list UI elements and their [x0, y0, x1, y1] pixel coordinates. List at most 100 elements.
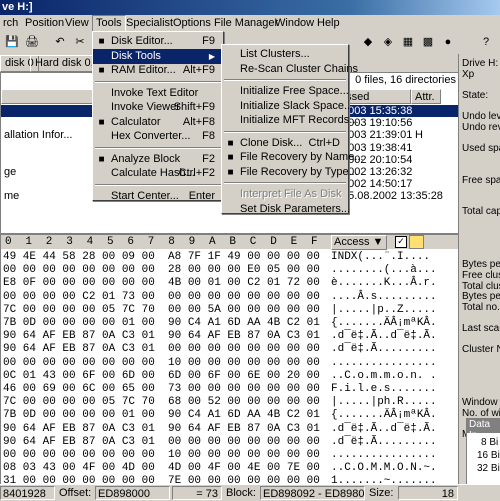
menu-item-file-recovery-by-name[interactable]: ■ File Recovery by Name...	[222, 150, 363, 165]
menu-item-invoke-viewer[interactable]: Invoke Viewer Shift+F9	[93, 100, 221, 115]
info-label: Bytes per	[462, 291, 500, 303]
hex-bytes[interactable]: 90 64 AF EB 87 0A C3 01 00 00 00 00 00 0…	[3, 436, 320, 448]
hex-text[interactable]: |.....|ph.R.....	[331, 396, 437, 408]
menu-search[interactable]: rch	[0, 16, 21, 31]
help-icon[interactable]: ?	[478, 35, 494, 50]
tool-icon[interactable]: ▩	[420, 35, 436, 50]
hex-row[interactable]: 7B 0D 00 00 00 00 01 00 90 C4 A1 6D AA 4…	[1, 317, 459, 329]
hex-bytes[interactable]: 0C 01 43 00 6F 00 6D 00 6D 00 6F 00 6E 0…	[3, 370, 320, 382]
menu-item-set-disk-parameters[interactable]: Set Disk Parameters...	[222, 202, 350, 217]
menu-position[interactable]: Position	[22, 16, 67, 31]
hex-row[interactable]: 00 00 00 00 00 00 00 00 10 00 00 00 00 0…	[1, 449, 459, 461]
hex-bytes[interactable]: 08 03 43 00 4F 00 4D 00 4D 00 4F 00 4E 0…	[3, 462, 320, 474]
menu-item-disk-tools[interactable]: Disk Tools ▶	[93, 48, 221, 64]
hex-text[interactable]: |.....|p..Z.....	[331, 304, 437, 316]
hex-row[interactable]: 00 00 00 00 C2 01 73 00 00 00 00 00 00 0…	[1, 291, 459, 303]
hex-bytes[interactable]: 7C 00 00 00 00 05 7C 70 00 00 5A 00 00 0…	[3, 304, 320, 316]
cut-icon[interactable]: ✂	[72, 35, 88, 50]
hex-text[interactable]: .d¯ë‡.Ã.........	[331, 436, 437, 448]
menu-file-manager[interactable]: File Manager	[211, 16, 281, 31]
hex-row[interactable]: 49 4E 44 58 28 00 09 00 A8 7F 1F 49 00 0…	[1, 251, 459, 263]
hex-text[interactable]: ..C.O.M.M.O.N.~.	[331, 462, 437, 474]
hex-row[interactable]: 90 64 AF EB 87 0A C3 01 90 64 AF EB 87 0…	[1, 330, 459, 342]
menu-window[interactable]: Window	[272, 16, 317, 31]
menu-options[interactable]: Options	[170, 16, 214, 31]
hex-bytes[interactable]: 7B 0D 00 00 00 00 01 00 90 C4 A1 6D AA 4…	[3, 317, 320, 329]
menu-item-ram-editor[interactable]: ■ RAM Editor... Alt+F9	[93, 63, 221, 78]
menu-item-disk-editor[interactable]: ■ Disk Editor... F9	[93, 34, 221, 49]
menu-tools[interactable]: Tools	[92, 15, 126, 32]
hex-bytes[interactable]: 00 00 00 00 00 00 00 00 10 00 00 00 00 0…	[3, 357, 320, 369]
hex-row[interactable]: 90 64 AF EB 87 0A C3 01 90 64 AF EB 87 0…	[1, 423, 459, 435]
access-dropdown[interactable]: Access ▼	[331, 235, 387, 250]
hex-bytes[interactable]: 7B 0D 00 00 00 00 01 00 90 C4 A1 6D AA 4…	[3, 409, 320, 421]
tool-icon[interactable]: ●	[440, 35, 456, 50]
menu-item-clone-disk[interactable]: ■ Clone Disk... Ctrl+D	[222, 136, 346, 151]
hex-bytes[interactable]: 46 00 69 00 6C 00 65 00 73 00 00 00 00 0…	[3, 383, 320, 395]
menu-item-calculate-hash[interactable]: Calculate Hash... Ctrl+F2	[93, 166, 221, 181]
hex-text[interactable]: è.......K...Â.r.	[331, 277, 437, 289]
hex-row[interactable]: 90 64 AF EB 87 0A C3 01 00 00 00 00 00 0…	[1, 343, 459, 355]
hex-row[interactable]: 7C 00 00 00 00 05 7C 70 68 00 52 00 00 0…	[1, 396, 459, 408]
menu-item-initialize-slack-space[interactable]: Initialize Slack Space...	[222, 99, 353, 114]
hex-bytes[interactable]: 49 4E 44 58 28 00 09 00 A8 7F 1F 49 00 0…	[3, 251, 320, 263]
column-attr-header[interactable]: Attr.	[411, 89, 441, 104]
tool-icon[interactable]: ▦	[400, 35, 416, 50]
hex-bytes[interactable]: 00 00 00 00 C2 01 73 00 00 00 00 00 00 0…	[3, 291, 320, 303]
tool-icon[interactable]: ◆	[360, 35, 376, 50]
hex-text[interactable]: F.i.l.e.s.......	[331, 383, 437, 395]
hex-row[interactable]: E8 0F 00 00 00 00 00 00 4B 00 01 00 C2 0…	[1, 277, 459, 289]
hex-text[interactable]: ................	[331, 449, 437, 461]
hex-row[interactable]: 7C 00 00 00 00 05 7C 70 00 00 5A 00 00 0…	[1, 304, 459, 316]
menu-item-file-recovery-by-type[interactable]: ■ File Recovery by Type...	[222, 165, 357, 180]
info-label: Last scan	[462, 323, 500, 334]
menu-view[interactable]: View	[62, 16, 92, 31]
undo-icon[interactable]: ↶	[52, 35, 68, 50]
hex-text[interactable]: .d¯ë‡.Ã..d¯ë‡.Ã.	[331, 423, 437, 435]
hex-row[interactable]: 08 03 43 00 4F 00 4D 00 4D 00 4F 00 4E 0…	[1, 462, 459, 474]
menu-item-interpret-file-as-disk[interactable]: Interpret File As Disk	[222, 187, 346, 202]
hex-text[interactable]: ................	[331, 357, 437, 369]
hex-text[interactable]: {.......ÄÂ¡mªKÂ.	[331, 317, 437, 329]
hex-text[interactable]: .d¯ë‡.Ã.........	[331, 343, 437, 355]
menu-item-start-center[interactable]: Start Center... Enter	[93, 189, 221, 204]
hex-bytes[interactable]: 00 00 00 00 00 00 00 00 10 00 00 00 00 0…	[3, 449, 320, 461]
menu-item-hex-converter[interactable]: Hex Converter... F8	[93, 129, 221, 144]
tool-icon[interactable]: ◈	[380, 35, 396, 50]
hex-row[interactable]: 46 00 69 00 6C 00 65 00 73 00 00 00 00 0…	[1, 383, 459, 395]
save-icon[interactable]: 💾	[4, 35, 20, 50]
hex-bytes[interactable]: 00 00 00 00 00 00 00 00 28 00 00 00 E0 0…	[3, 264, 320, 276]
hex-col-label: 4	[86, 236, 94, 248]
hex-row[interactable]: 7B 0D 00 00 00 00 01 00 90 C4 A1 6D AA 4…	[1, 409, 459, 421]
hex-text[interactable]: ........(...à...	[331, 264, 437, 276]
hex-text[interactable]: .d¯ë‡.Ã..d¯ë‡.Ã.	[331, 330, 437, 342]
hex-bytes[interactable]: 90 64 AF EB 87 0A C3 01 00 00 00 00 00 0…	[3, 343, 320, 355]
hex-row[interactable]: 90 64 AF EB 87 0A C3 01 00 00 00 00 00 0…	[1, 436, 459, 448]
menu-item-initialize-free-space[interactable]: Initialize Free Space...	[222, 84, 349, 99]
menu-item-calculator[interactable]: ■ Calculator Alt+F8	[93, 115, 221, 130]
menu-item-list-clusters[interactable]: List Clusters...	[222, 47, 346, 62]
menu-item-re-scan-cluster-chains[interactable]: Re-Scan Cluster Chains	[222, 62, 358, 77]
menu-item-analyze-block[interactable]: ■ Analyze Block F2	[93, 152, 221, 167]
hex-text[interactable]: {.......ÄÂ¡mªKÂ.	[331, 409, 437, 421]
menu-item-initialize-mft-records[interactable]: Initialize MFT Records...	[222, 113, 358, 128]
print-icon[interactable]: 🖨	[24, 35, 40, 50]
menu-specialist[interactable]: Specialist	[123, 16, 176, 31]
hex-col-label: 8	[168, 236, 175, 248]
hex-bytes[interactable]: 90 64 AF EB 87 0A C3 01 90 64 AF EB 87 0…	[3, 423, 320, 435]
hex-bytes[interactable]: 7C 00 00 00 00 05 7C 70 68 00 52 00 00 0…	[3, 396, 320, 408]
menu-help[interactable]: Help	[314, 16, 343, 31]
hex-row[interactable]: 00 00 00 00 00 00 00 00 28 00 00 00 E0 0…	[1, 264, 459, 276]
menu-shortcut: Alt+F9	[182, 64, 215, 76]
checkbox-icon[interactable]: ✓	[395, 236, 407, 248]
hex-editor[interactable]: 0 1 2 3 4 5 6 7 8 9 A B C D E F Access ▼ ✓ 49 4E 44 58 …	[0, 234, 460, 486]
hex-row[interactable]: 0C 01 43 00 6F 00 6D 00 6D 00 6F 00 6E 0…	[1, 370, 459, 382]
menu-item-invoke-text-editor[interactable]: Invoke Text Editor	[93, 86, 221, 101]
hex-text[interactable]: INDX(...¨.I....	[331, 251, 430, 263]
hex-bytes[interactable]: 90 64 AF EB 87 0A C3 01 90 64 AF EB 87 0…	[3, 330, 320, 342]
hex-bytes[interactable]: E8 0F 00 00 00 00 00 00 4B 00 01 00 C2 0…	[3, 277, 320, 289]
hex-text[interactable]: ....Â.s.........	[331, 291, 437, 303]
hex-text[interactable]: ..C.o.m.m.o.n. .	[331, 370, 437, 382]
search-icon[interactable]	[409, 235, 424, 249]
hex-row[interactable]: 00 00 00 00 00 00 00 00 10 00 00 00 00 0…	[1, 357, 459, 369]
